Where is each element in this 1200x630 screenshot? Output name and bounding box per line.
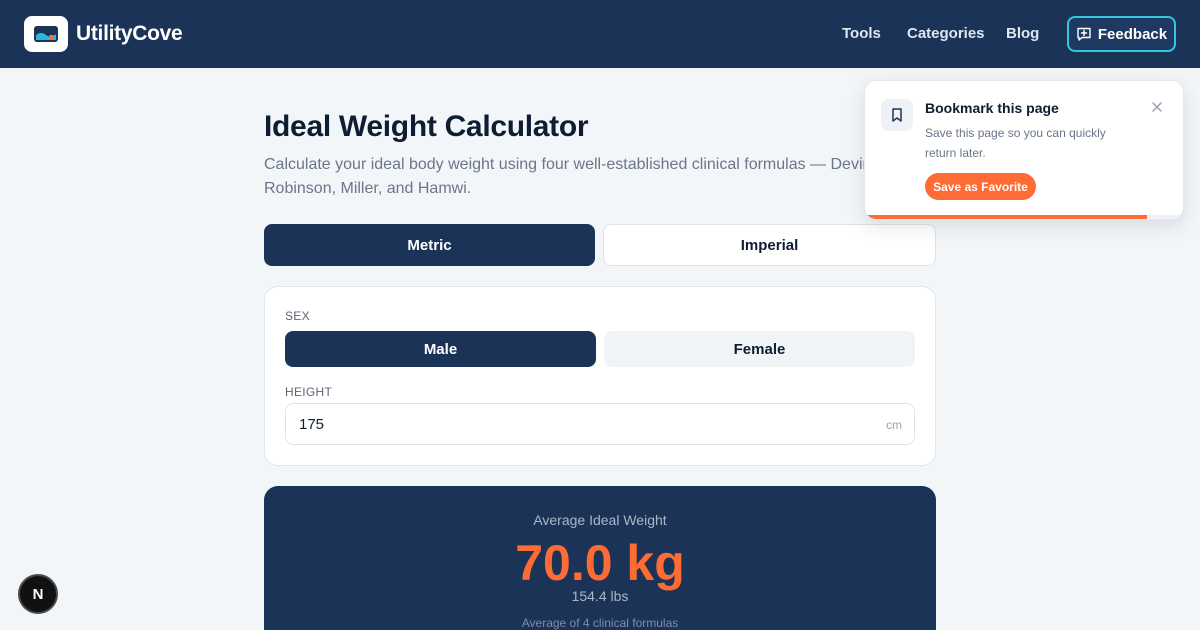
height-input[interactable]: 175 cm [285, 403, 915, 445]
height-label: HEIGHT [285, 385, 333, 399]
close-icon[interactable] [1149, 99, 1165, 115]
nav-categories[interactable]: Categories [907, 25, 985, 42]
male-button[interactable]: Male [285, 331, 596, 367]
save-favorite-button[interactable]: Save as Favorite [925, 173, 1036, 200]
result-card: Average Ideal Weight 70.0 kg 154.4 lbs A… [264, 486, 936, 630]
popup-timer-track [865, 215, 1183, 219]
height-value: 175 [299, 416, 325, 433]
popup-title: Bookmark this page [925, 100, 1059, 116]
height-unit: cm [886, 418, 902, 432]
popup-description: Save this page so you can quickly return… [925, 126, 1106, 160]
result-label: Average Ideal Weight [533, 512, 667, 528]
wave-logo-icon [34, 26, 58, 42]
feedback-button[interactable]: Feedback [1067, 16, 1176, 52]
metric-tab[interactable]: Metric [264, 224, 595, 266]
popup-timer-bar [865, 215, 1147, 219]
brand-name[interactable]: UtilityCove [76, 22, 183, 46]
bookmark-icon [881, 99, 913, 131]
page-title: Ideal Weight Calculator [264, 110, 589, 143]
logo-icon[interactable] [24, 16, 68, 52]
nav-tools[interactable]: Tools [842, 25, 881, 42]
dev-badge[interactable]: N [18, 574, 58, 614]
page-subtitle: Calculate your ideal body weight using f… [264, 156, 885, 197]
imperial-tab[interactable]: Imperial [603, 224, 936, 266]
female-button[interactable]: Female [604, 331, 915, 367]
message-plus-icon [1077, 27, 1091, 41]
site-header: UtilityCove Tools Categories Blog Feedba… [0, 0, 1200, 68]
input-card: SEX Male Female HEIGHT 175 cm [264, 286, 936, 466]
sex-label: SEX [285, 309, 310, 323]
bookmark-popup: Bookmark this page Save this page so you… [864, 80, 1184, 220]
result-note: Average of 4 clinical formulas [521, 616, 679, 630]
result-imperial: 154.4 lbs [571, 588, 629, 604]
feedback-label: Feedback [1097, 25, 1168, 43]
nav-blog[interactable]: Blog [1006, 25, 1039, 42]
result-value: 70.0 kg [515, 535, 685, 591]
